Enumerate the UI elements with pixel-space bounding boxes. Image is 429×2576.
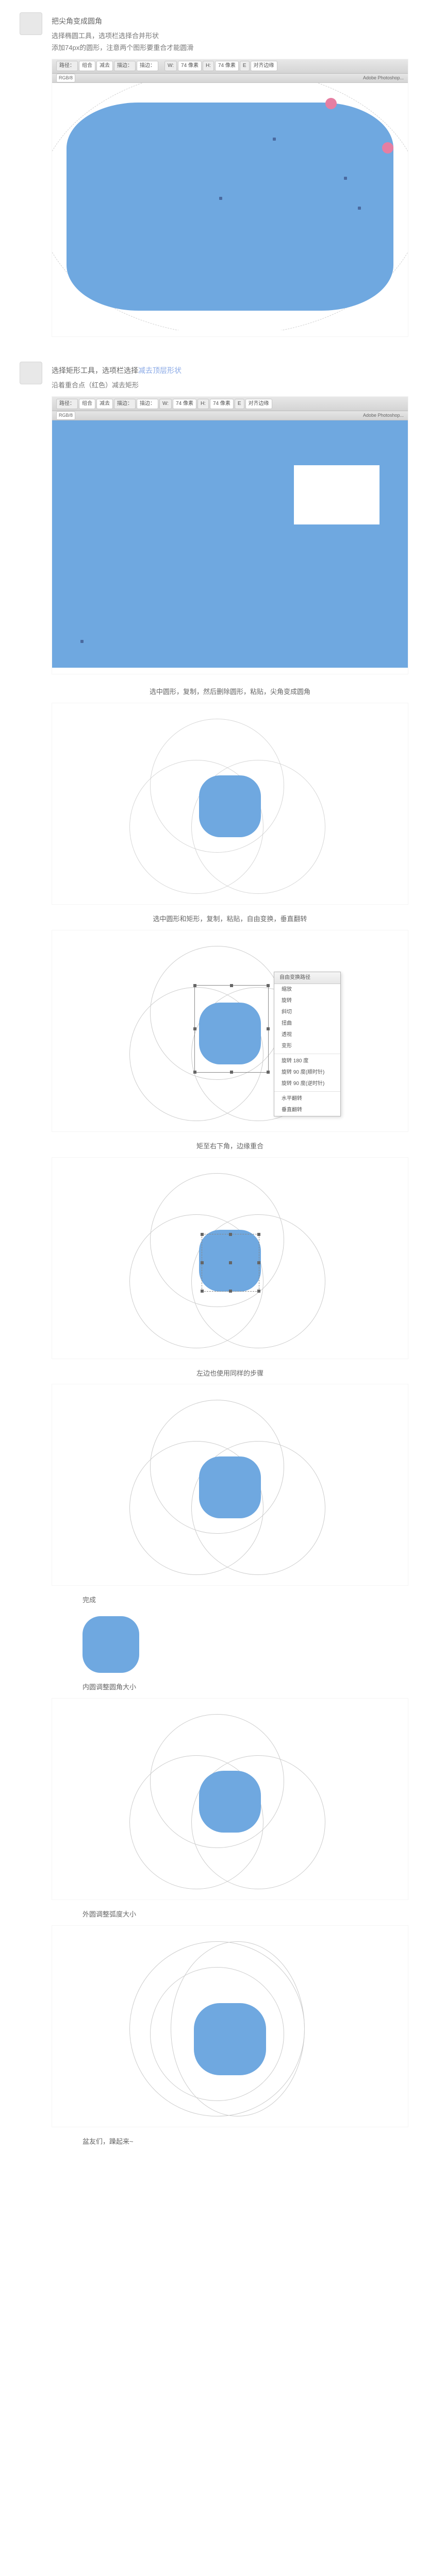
rounded-shape xyxy=(199,775,261,837)
menu-item[interactable]: 水平翻转 xyxy=(274,1093,340,1105)
ps-chip: W: xyxy=(159,399,172,409)
ps-chip: W: xyxy=(164,61,177,71)
step-desc: 添加74px的圆形，注意两个图形要重合才能圆滑 xyxy=(52,43,408,54)
step-link: 减去顶层形状 xyxy=(138,366,182,375)
menu-header: 自由变换路径 xyxy=(274,972,340,984)
doc-meta: RGB/8 xyxy=(56,74,75,82)
rounded-shape xyxy=(199,1456,261,1518)
ps-chip: 对齐边缘 xyxy=(251,61,277,71)
caption: 盆友们，躁起来~ xyxy=(82,2137,408,2147)
caption: 选中圆形和矩形，复制，粘贴，自由变换，垂直翻转 xyxy=(52,914,408,925)
menu-item[interactable]: 透视 xyxy=(274,1029,340,1041)
ps-chip: 74 像素 xyxy=(215,61,239,71)
ps-chip: 对齐边缘 xyxy=(245,399,272,409)
ps-chip: 74 像素 xyxy=(210,399,234,409)
app-title: Adobe Photoshop... xyxy=(363,74,404,81)
ps-chip: 减去 xyxy=(96,61,113,71)
menu-item[interactable]: 旋转 xyxy=(274,995,340,1007)
step-number-icon xyxy=(20,12,42,35)
context-menu: 自由变换路径 缩放 旋转 斜切 扭曲 透视 变形 旋转 180 度 旋转 90 … xyxy=(274,972,341,1116)
menu-item[interactable]: 缩放 xyxy=(274,984,340,995)
ps-chip: E xyxy=(235,399,244,409)
menu-item[interactable]: 扭曲 xyxy=(274,1018,340,1029)
step-number-icon xyxy=(20,362,42,384)
ps-chip: 描边： xyxy=(137,399,158,409)
menu-item[interactable]: 旋转 90 度(逆时针) xyxy=(274,1078,340,1090)
ps-chip: 路径： xyxy=(56,399,78,409)
step-desc-prefix: 选择矩形工具，选项栏选择 xyxy=(52,366,138,375)
ps-chip: 减去 xyxy=(96,399,113,409)
final-shape xyxy=(82,1616,139,1673)
ps-chip: 描边： xyxy=(114,399,136,409)
ps-chip: E xyxy=(240,61,250,71)
ps-chip: 组合 xyxy=(79,399,95,409)
ps-chip: 描边： xyxy=(114,61,136,71)
ps-chip: 74 像素 xyxy=(178,61,202,71)
step-desc: 选择椭圆工具，选项栏选择合并形状 xyxy=(52,31,408,42)
caption: 完成 xyxy=(82,1595,408,1606)
menu-item[interactable]: 旋转 180 度 xyxy=(274,1056,340,1067)
caption: 选中圆形，复制，然后删除圆形，粘贴，尖角变成圆角 xyxy=(52,687,408,698)
ps-chip: 组合 xyxy=(79,61,95,71)
caption: 矩至右下角，边缘重合 xyxy=(52,1141,408,1152)
ps-chip: H: xyxy=(203,61,214,71)
menu-item[interactable]: 旋转 90 度(顺时针) xyxy=(274,1067,340,1078)
step-desc: 选择矩形工具，选项栏选择减去顶层形状 xyxy=(52,365,408,376)
step-title: 把尖角变成圆角 xyxy=(52,15,408,27)
step-desc: 沿着重合点（红色）减去矩形 xyxy=(52,380,408,391)
menu-item[interactable]: 垂直翻转 xyxy=(274,1105,340,1116)
squircle-shape xyxy=(67,103,394,310)
menu-item[interactable]: 变形 xyxy=(274,1041,340,1052)
ps-chip: H: xyxy=(197,399,209,409)
ps-chip: 74 像素 xyxy=(173,399,196,409)
rounded-shape xyxy=(199,1771,261,1833)
caption: 左边也使用同样的步骤 xyxy=(52,1368,408,1379)
rounded-shape xyxy=(194,2003,266,2075)
overlap-marker-icon xyxy=(325,98,337,109)
ps-chip: 描边： xyxy=(137,61,158,71)
caption: 外圆调整弧度大小 xyxy=(82,1909,408,1920)
caption: 内圆调整圆角大小 xyxy=(82,1682,408,1693)
ps-chip: 路径： xyxy=(56,61,78,71)
menu-item[interactable]: 斜切 xyxy=(274,1007,340,1018)
doc-meta: RGB/8 xyxy=(56,411,75,419)
app-title: Adobe Photoshop... xyxy=(363,412,404,419)
